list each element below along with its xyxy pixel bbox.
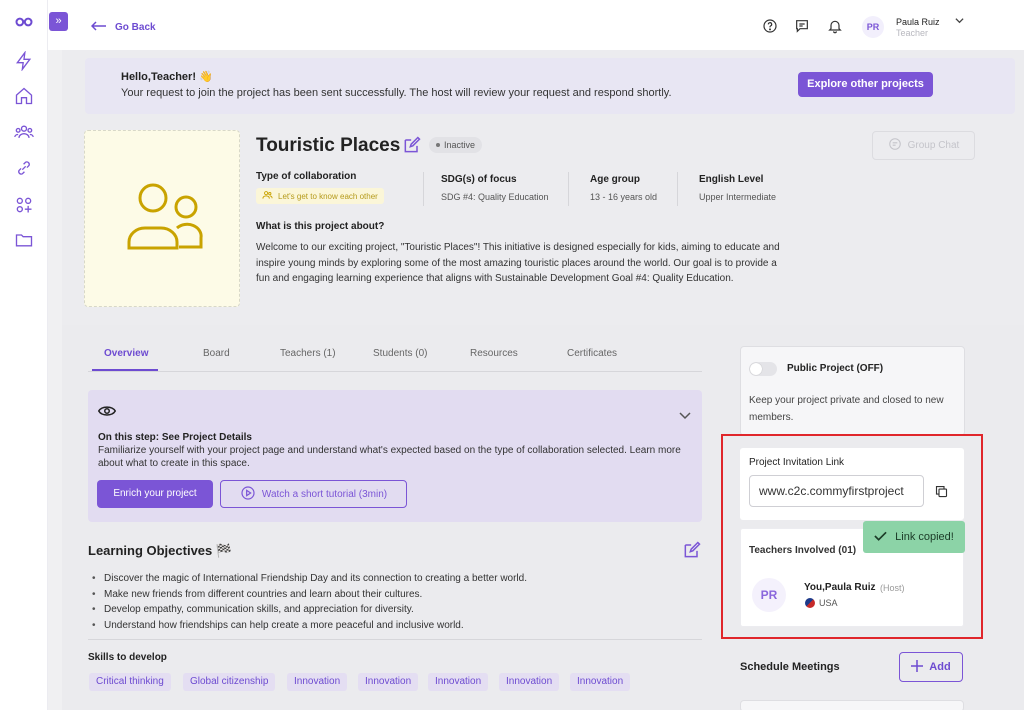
arrow-left-icon [90,20,107,34]
public-project-label: Public Project (OFF) [787,363,884,374]
user-avatar[interactable]: PR [862,16,884,38]
logo-icon[interactable] [14,12,34,32]
divider [88,639,702,640]
left-sidebar [0,0,48,710]
status-dot-icon [436,143,440,147]
sdg-label: SDG(s) of focus [441,174,517,185]
toggle-knob[interactable] [750,363,762,375]
user-name[interactable]: Paula Ruiz [896,17,940,27]
step-title: On this step: See Project Details [98,432,252,443]
active-tab-indicator [92,369,158,371]
skills-title: Skills to develop [88,652,167,663]
expand-sidebar-button[interactable]: » [49,12,68,31]
greeting-title: Hello,Teacher! 👋 [121,71,213,83]
apps-add-icon[interactable] [14,195,34,215]
skill-chip: Global citizenship [183,673,276,691]
list-item: Discover the magic of International Frie… [92,571,702,587]
chat-icon[interactable] [794,18,810,34]
user-role: Teacher [896,28,929,38]
folder-icon[interactable] [14,230,34,250]
play-icon [240,485,256,504]
list-item: Understand how friendships can help crea… [92,618,702,634]
edit-icon[interactable] [402,135,422,155]
people-icon [262,190,273,202]
english-level-value: Upper Intermediate [699,192,777,202]
tab-overview[interactable]: Overview [104,348,148,359]
watch-tutorial-label: Watch a short tutorial (3min) [261,488,388,500]
tab-students[interactable]: Students (0) [373,348,427,359]
collab-type-label: Type of collaboration [256,171,357,182]
project-image[interactable] [84,130,240,307]
skill-chip: Innovation [499,673,560,691]
divider [568,172,569,206]
lightning-icon[interactable] [14,50,34,72]
list-item: Make new friends from different countrie… [92,587,702,603]
group-chat-label: Group Chat [907,140,960,151]
about-text: Welcome to our exciting project, "Touris… [256,242,780,284]
learning-objectives-title: Learning Objectives 🏁 [88,543,233,558]
sdg-value: SDG #4: Quality Education [441,192,549,202]
chevron-down-icon[interactable] [955,16,964,28]
skill-chip: Innovation [570,673,631,691]
highlight-frame [721,434,983,639]
age-group-value: 13 - 16 years old [590,192,658,202]
collab-type-value: Let's get to know each other [278,191,378,201]
tab-board[interactable]: Board [203,348,230,359]
project-title: Touristic Places [256,135,401,156]
group-icon [127,183,203,250]
tab-teachers[interactable]: Teachers (1) [280,348,336,359]
objectives-list: Discover the magic of International Frie… [92,571,702,633]
add-label: Add [929,661,951,673]
go-back-label: Go Back [115,21,156,33]
divider [423,172,424,206]
greeting-message: Your request to join the project has bee… [121,87,672,99]
home-icon[interactable] [14,86,34,106]
add-meeting-button[interactable]: Add [899,652,963,682]
edit-icon[interactable] [682,540,702,560]
enrich-project-button[interactable]: Enrich your project [97,480,213,508]
skill-chip: Innovation [358,673,419,691]
go-back-link[interactable]: Go Back [85,16,162,38]
skill-chip: Innovation [287,673,348,691]
chevron-down-icon[interactable] [679,407,691,420]
public-project-text: Keep your project private and closed to … [749,395,944,423]
english-level-label: English Level [699,174,764,185]
divider [677,172,678,206]
bell-icon[interactable] [827,18,843,34]
list-item: Develop empathy, communication skills, a… [92,602,702,618]
eye-icon [97,404,117,418]
status-label: Inactive [444,140,476,150]
explore-projects-button[interactable]: Explore other projects [798,72,933,97]
help-icon[interactable] [762,18,778,34]
schedule-meetings-title: Schedule Meetings [740,661,840,673]
skill-chip: Critical thinking [89,673,171,691]
plus-icon [911,659,924,675]
step-text: Familiarize yourself with your project p… [98,445,681,469]
chat-bubble-icon [888,137,902,154]
status-badge: Inactive [429,137,483,153]
community-icon[interactable] [14,122,34,142]
link-icon[interactable] [14,158,34,178]
age-group-label: Age group [590,174,640,185]
collab-type-chip: Let's get to know each other [256,188,384,204]
watch-tutorial-button[interactable]: Watch a short tutorial (3min) [220,480,407,508]
skill-chip: Innovation [428,673,489,691]
about-title: What is this project about? [256,221,385,232]
group-chat-button[interactable]: Group Chat [872,131,975,160]
meetings-card [740,700,964,710]
tab-certificates[interactable]: Certificates [567,348,617,359]
tab-resources[interactable]: Resources [470,348,518,359]
tabs-divider [88,371,702,372]
